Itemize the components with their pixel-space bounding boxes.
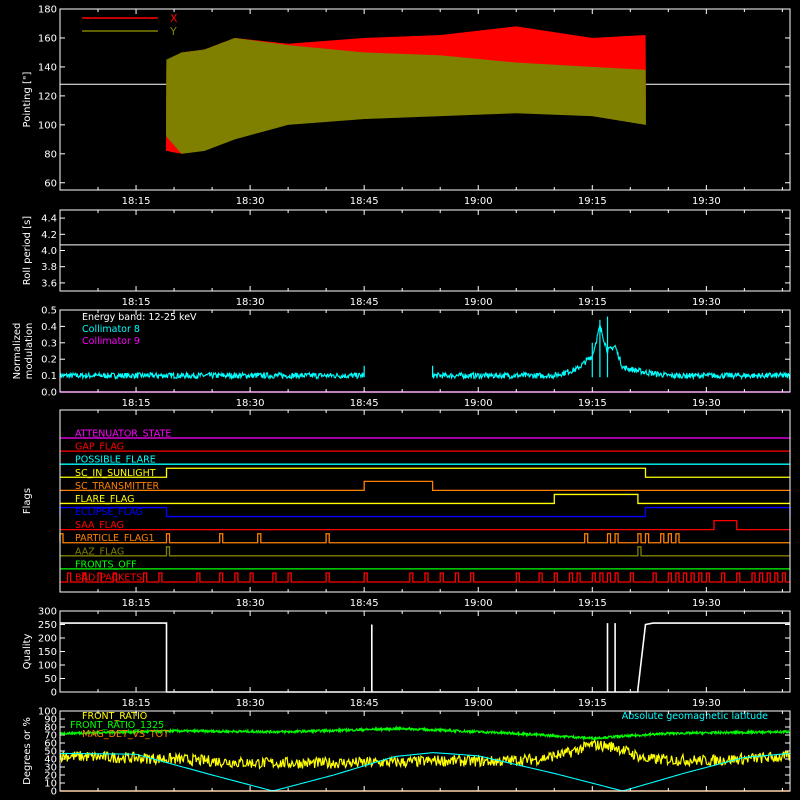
quality-y-tick-label: 300 [38, 607, 57, 618]
modulation-y-tick-label: 0.4 [41, 322, 57, 333]
misc-legend-latitude: Absolute geomagnetic latitude [622, 711, 768, 722]
modulation-x-tick-label: 19:00 [464, 398, 493, 409]
roll-period-x-tick-label: 18:15 [122, 297, 151, 308]
roll-period-x-tick-label: 18:30 [236, 297, 265, 308]
pointing-x-tick-label: 19:00 [464, 196, 493, 207]
flags-x-tick-label: 18:30 [236, 598, 265, 609]
pointing-x-tick-label: 18:15 [122, 196, 151, 207]
quality-x-tick-label: 19:15 [578, 698, 607, 709]
quality-x-tick-label: 18:15 [122, 698, 151, 709]
roll-period-y-tick-label: 3.6 [41, 278, 57, 289]
roll-period-x-tick-label: 19:15 [578, 297, 607, 308]
pointing-y-tick-label: 100 [38, 120, 57, 131]
hessi-quicklook-summary: 60 80 100 120 140 160 180 XY 18:15 18:30 18:45 19:0… [0, 0, 800, 800]
quality-x-tick-label: 19:30 [692, 698, 721, 709]
pointing-y-tick-label: 140 [38, 62, 57, 73]
quality-y-axis-label: Quality [22, 634, 33, 670]
pointing-y-axis-label: Pointing ["] [22, 71, 33, 127]
flags-x-tick-label: 18:45 [350, 598, 379, 609]
quality-x-tick-label: 18:30 [236, 698, 265, 709]
modulation-x-tick-label: 18:30 [236, 398, 265, 409]
modulation-y-tick-label: 0.1 [41, 371, 57, 382]
modulation-y-axis-label: modulation [24, 323, 35, 380]
roll-period-x-tick-label: 19:00 [464, 297, 493, 308]
misc-y-tick-label: 100 [38, 707, 57, 718]
pointing-legend-label-x: X [170, 12, 178, 25]
roll-period-y-axis-label: Roll period [s] [22, 216, 33, 285]
pointing-x-tick-label: 19:30 [692, 196, 721, 207]
pointing-y-tick-label: 120 [38, 91, 57, 102]
modulation-legend-title: Energy band: 12-25 keV [82, 312, 197, 323]
modulation-y-tick-label: 0.3 [41, 338, 57, 349]
roll-period-y-tick-label: 4.2 [41, 230, 57, 241]
quality-y-tick-label: 250 [38, 620, 57, 631]
modulation-y-axis-label: Normalized [12, 323, 23, 380]
pointing-x-tick-label: 19:15 [578, 196, 607, 207]
flags-x-tick-label: 19:00 [464, 598, 493, 609]
modulation-y-tick-label: 0.0 [41, 388, 57, 399]
pointing-y-tick-label: 80 [44, 149, 57, 160]
roll-period-x-tick-label: 18:45 [350, 297, 379, 308]
roll-period-y-tick-label: 4.0 [41, 246, 57, 257]
quality-x-tick-label: 18:45 [350, 698, 379, 709]
background [0, 0, 800, 800]
quality-y-tick-label: 50 [44, 674, 57, 685]
misc-y-axis-label: Degrees or % [22, 717, 33, 785]
misc-legend-mag-det: MAG_DET_VS_TOT [82, 729, 169, 740]
pointing-y-tick-label: 60 [44, 178, 57, 189]
flags-x-tick-label: 19:30 [692, 598, 721, 609]
quality-y-tick-label: 100 [38, 661, 57, 672]
modulation-legend-label: Collimator 9 [82, 336, 140, 347]
modulation-legend-label: Collimator 8 [82, 324, 140, 335]
roll-period-y-tick-label: 3.8 [41, 262, 57, 273]
roll-period-y-tick-label: 4.4 [41, 214, 57, 225]
quality-x-tick-label: 19:00 [464, 698, 493, 709]
pointing-y-tick-label: 160 [38, 33, 57, 44]
pointing-y-tick-label: 180 [38, 5, 57, 16]
pointing-x-tick-label: 18:45 [350, 196, 379, 207]
modulation-x-tick-label: 18:45 [350, 398, 379, 409]
flags-x-tick-label: 18:15 [122, 598, 151, 609]
roll-period-x-tick-label: 19:30 [692, 297, 721, 308]
flag-eclipse-flag-label: ECLIPSE_FLAG [75, 507, 143, 518]
flags-x-tick-label: 19:15 [578, 598, 607, 609]
quality-y-tick-label: 150 [38, 647, 57, 658]
pointing-legend-label-y: Y [169, 25, 177, 38]
modulation-x-tick-label: 19:15 [578, 398, 607, 409]
flags-y-axis-label: Flags [22, 488, 33, 514]
modulation-x-tick-label: 19:30 [692, 398, 721, 409]
modulation-y-tick-label: 0.2 [41, 355, 57, 366]
modulation-y-tick-label: 0.5 [41, 306, 57, 317]
quality-y-tick-label: 200 [38, 634, 57, 645]
quality-y-tick-label: 0 [51, 688, 57, 699]
modulation-x-tick-label: 18:15 [122, 398, 151, 409]
pointing-x-tick-label: 18:30 [236, 196, 265, 207]
